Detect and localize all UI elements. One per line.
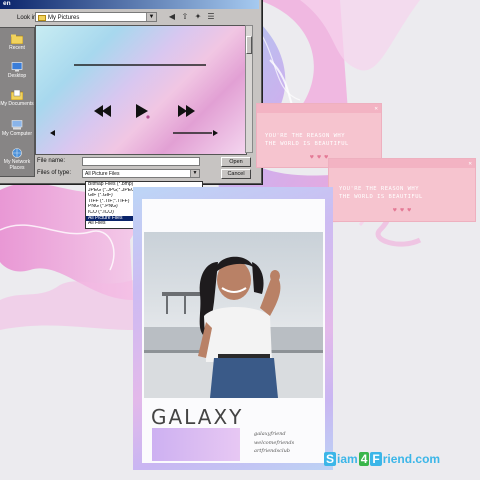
handle-text: welcomefriends bbox=[254, 439, 295, 446]
cancel-button[interactable]: Cancel bbox=[221, 169, 251, 179]
rewind-icon[interactable] bbox=[94, 105, 111, 117]
place-recent[interactable]: Recent bbox=[0, 34, 34, 51]
computer-icon bbox=[11, 120, 23, 130]
place-desktop[interactable]: Desktop bbox=[0, 62, 34, 79]
files-of-type-label: Files of type: bbox=[37, 170, 72, 176]
pink-window-2: ✕ YOU'RE THE REASON WHY THE WORLD IS BEA… bbox=[328, 158, 476, 222]
card-title: GALAXY bbox=[151, 405, 244, 429]
places-bar: Recent Desktop My Documents My Computer … bbox=[0, 27, 35, 177]
fast-forward-icon[interactable] bbox=[178, 105, 195, 117]
pink-window-title-bar bbox=[257, 104, 381, 113]
view-menu-icon[interactable]: ☰ bbox=[206, 12, 216, 22]
back-icon[interactable]: ◀ bbox=[167, 12, 177, 22]
social-handles: galaxyfriend welcomefriends artfriendscl… bbox=[254, 430, 324, 456]
new-folder-icon[interactable]: ✦ bbox=[193, 12, 203, 22]
canvas: en Look in: My Pictures ▼ ◀ ⇧ ✦ ☰ Recent… bbox=[0, 0, 480, 480]
place-my-documents[interactable]: My Documents bbox=[0, 90, 34, 107]
desktop-icon bbox=[11, 62, 23, 72]
look-in-value: My Pictures bbox=[48, 15, 80, 21]
pink-window-text: YOU'RE THE REASON WHY THE WORLD IS BEAUT… bbox=[339, 186, 423, 200]
file-name-label: File name: bbox=[37, 158, 66, 164]
close-icon[interactable]: ✕ bbox=[468, 159, 472, 168]
hearts-icon: ♥ ♥ ♥ bbox=[392, 207, 412, 214]
documents-icon bbox=[11, 90, 23, 100]
handle-text: galaxyfriend bbox=[254, 431, 286, 437]
card-panel: GALAXY galaxyfriend welcomefriends artfr… bbox=[142, 199, 325, 463]
photo-card: GALAXY galaxyfriend welcomefriends artfr… bbox=[133, 187, 333, 470]
handle-text: artfriendsclub bbox=[254, 448, 290, 454]
portrait-photo bbox=[144, 232, 323, 398]
files-of-type-value: All Picture Files bbox=[85, 171, 120, 177]
dialog-title-bar[interactable]: en bbox=[0, 0, 259, 9]
scrollbar-thumb[interactable] bbox=[246, 36, 252, 54]
open-file-dialog: en Look in: My Pictures ▼ ◀ ⇧ ✦ ☰ Recent… bbox=[0, 0, 262, 184]
up-folder-icon[interactable]: ⇧ bbox=[180, 12, 190, 22]
folder-icon bbox=[11, 34, 23, 44]
play-icon[interactable] bbox=[136, 104, 148, 118]
place-network[interactable]: My Network Places bbox=[0, 148, 34, 171]
pink-window-text: YOU'RE THE REASON WHY THE WORLD IS BEAUT… bbox=[265, 133, 349, 147]
folder-icon bbox=[38, 15, 46, 21]
color-swatch bbox=[152, 428, 240, 461]
chevron-down-icon[interactable]: ▼ bbox=[190, 170, 199, 177]
place-my-computer[interactable]: My Computer bbox=[0, 120, 34, 137]
files-of-type-select[interactable]: All Picture Files ▼ bbox=[82, 169, 200, 178]
file-name-field[interactable] bbox=[82, 157, 200, 166]
music-player bbox=[50, 64, 218, 136]
siam4friend-logo: Siam 4 Friend.com bbox=[324, 452, 441, 466]
progress-bar[interactable] bbox=[50, 130, 218, 136]
network-icon bbox=[12, 148, 22, 158]
look-in-select[interactable]: My Pictures ▼ bbox=[35, 12, 157, 22]
file-list-scrollbar[interactable] bbox=[245, 25, 253, 153]
pink-window-title-bar bbox=[329, 159, 475, 168]
close-icon[interactable]: ✕ bbox=[374, 104, 378, 113]
chevron-down-icon[interactable]: ▼ bbox=[146, 13, 156, 21]
file-list-view[interactable] bbox=[35, 25, 247, 155]
open-button[interactable]: Open bbox=[221, 157, 251, 167]
portrait-illustration bbox=[144, 232, 323, 398]
